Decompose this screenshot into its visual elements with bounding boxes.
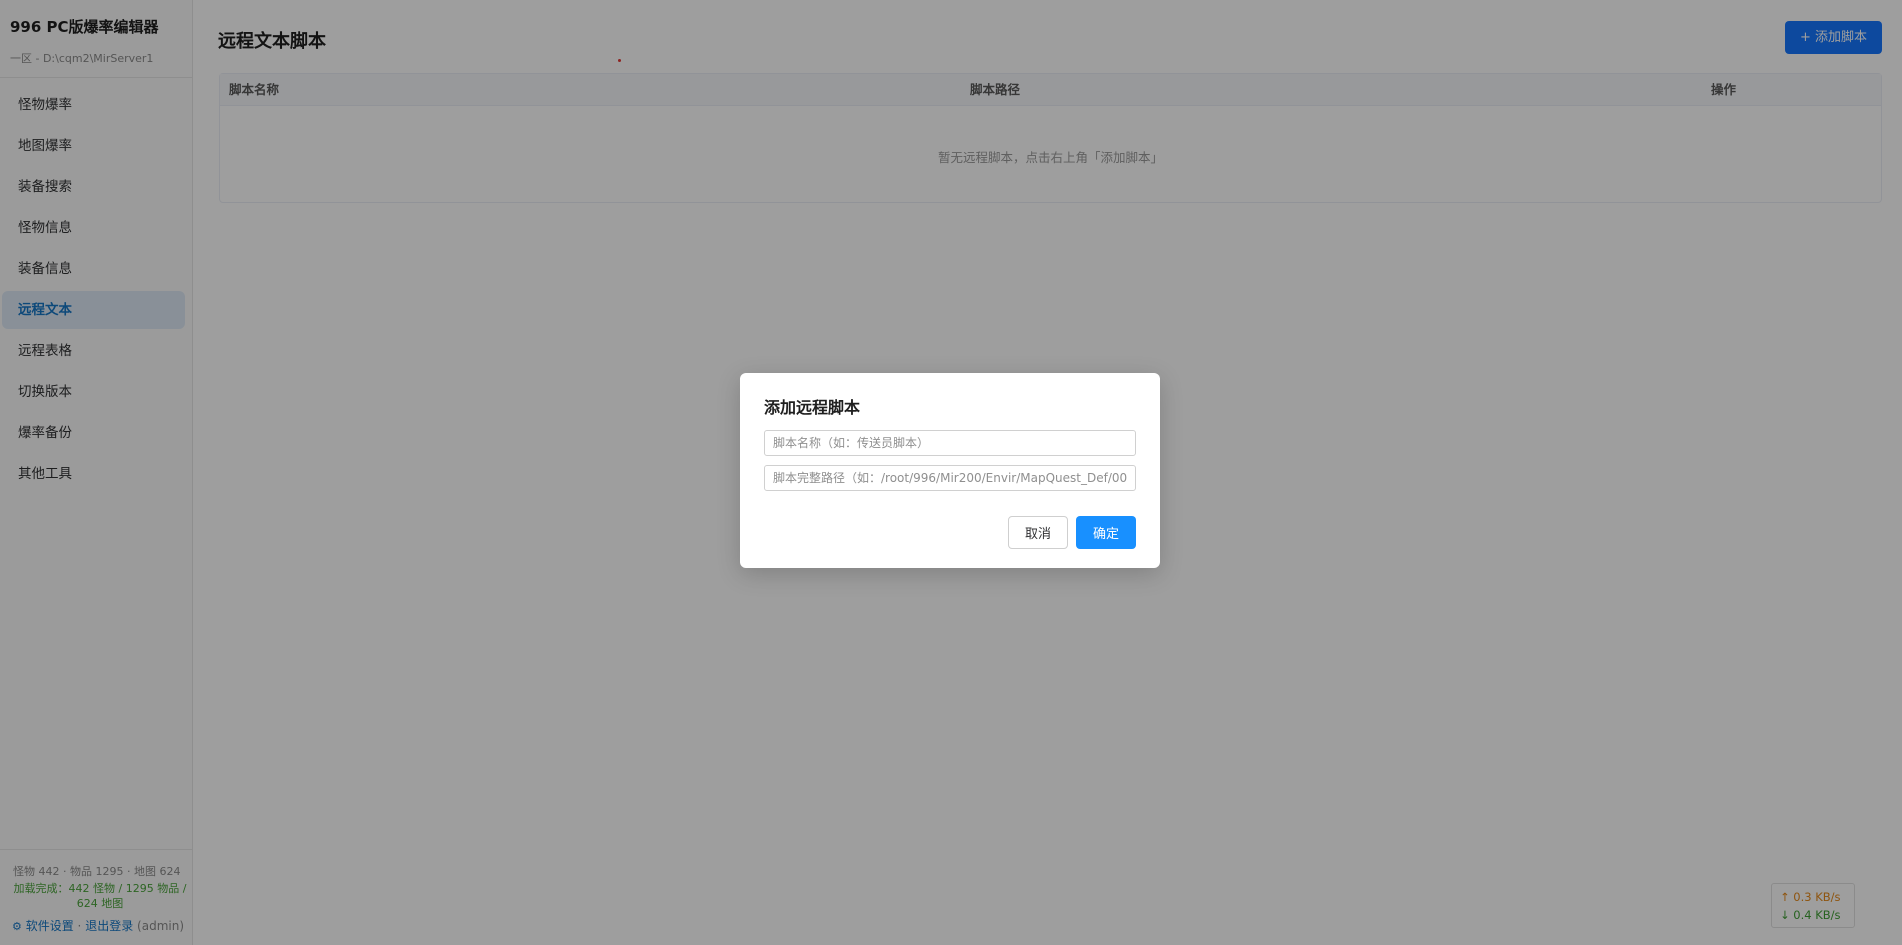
- cancel-button[interactable]: 取消: [1008, 516, 1068, 549]
- script-path-input[interactable]: [764, 465, 1136, 491]
- add-script-dialog: 添加远程脚本 取消 确定: [740, 373, 1160, 568]
- script-name-input[interactable]: [764, 430, 1136, 456]
- confirm-button[interactable]: 确定: [1076, 516, 1136, 549]
- dialog-title: 添加远程脚本: [764, 398, 861, 417]
